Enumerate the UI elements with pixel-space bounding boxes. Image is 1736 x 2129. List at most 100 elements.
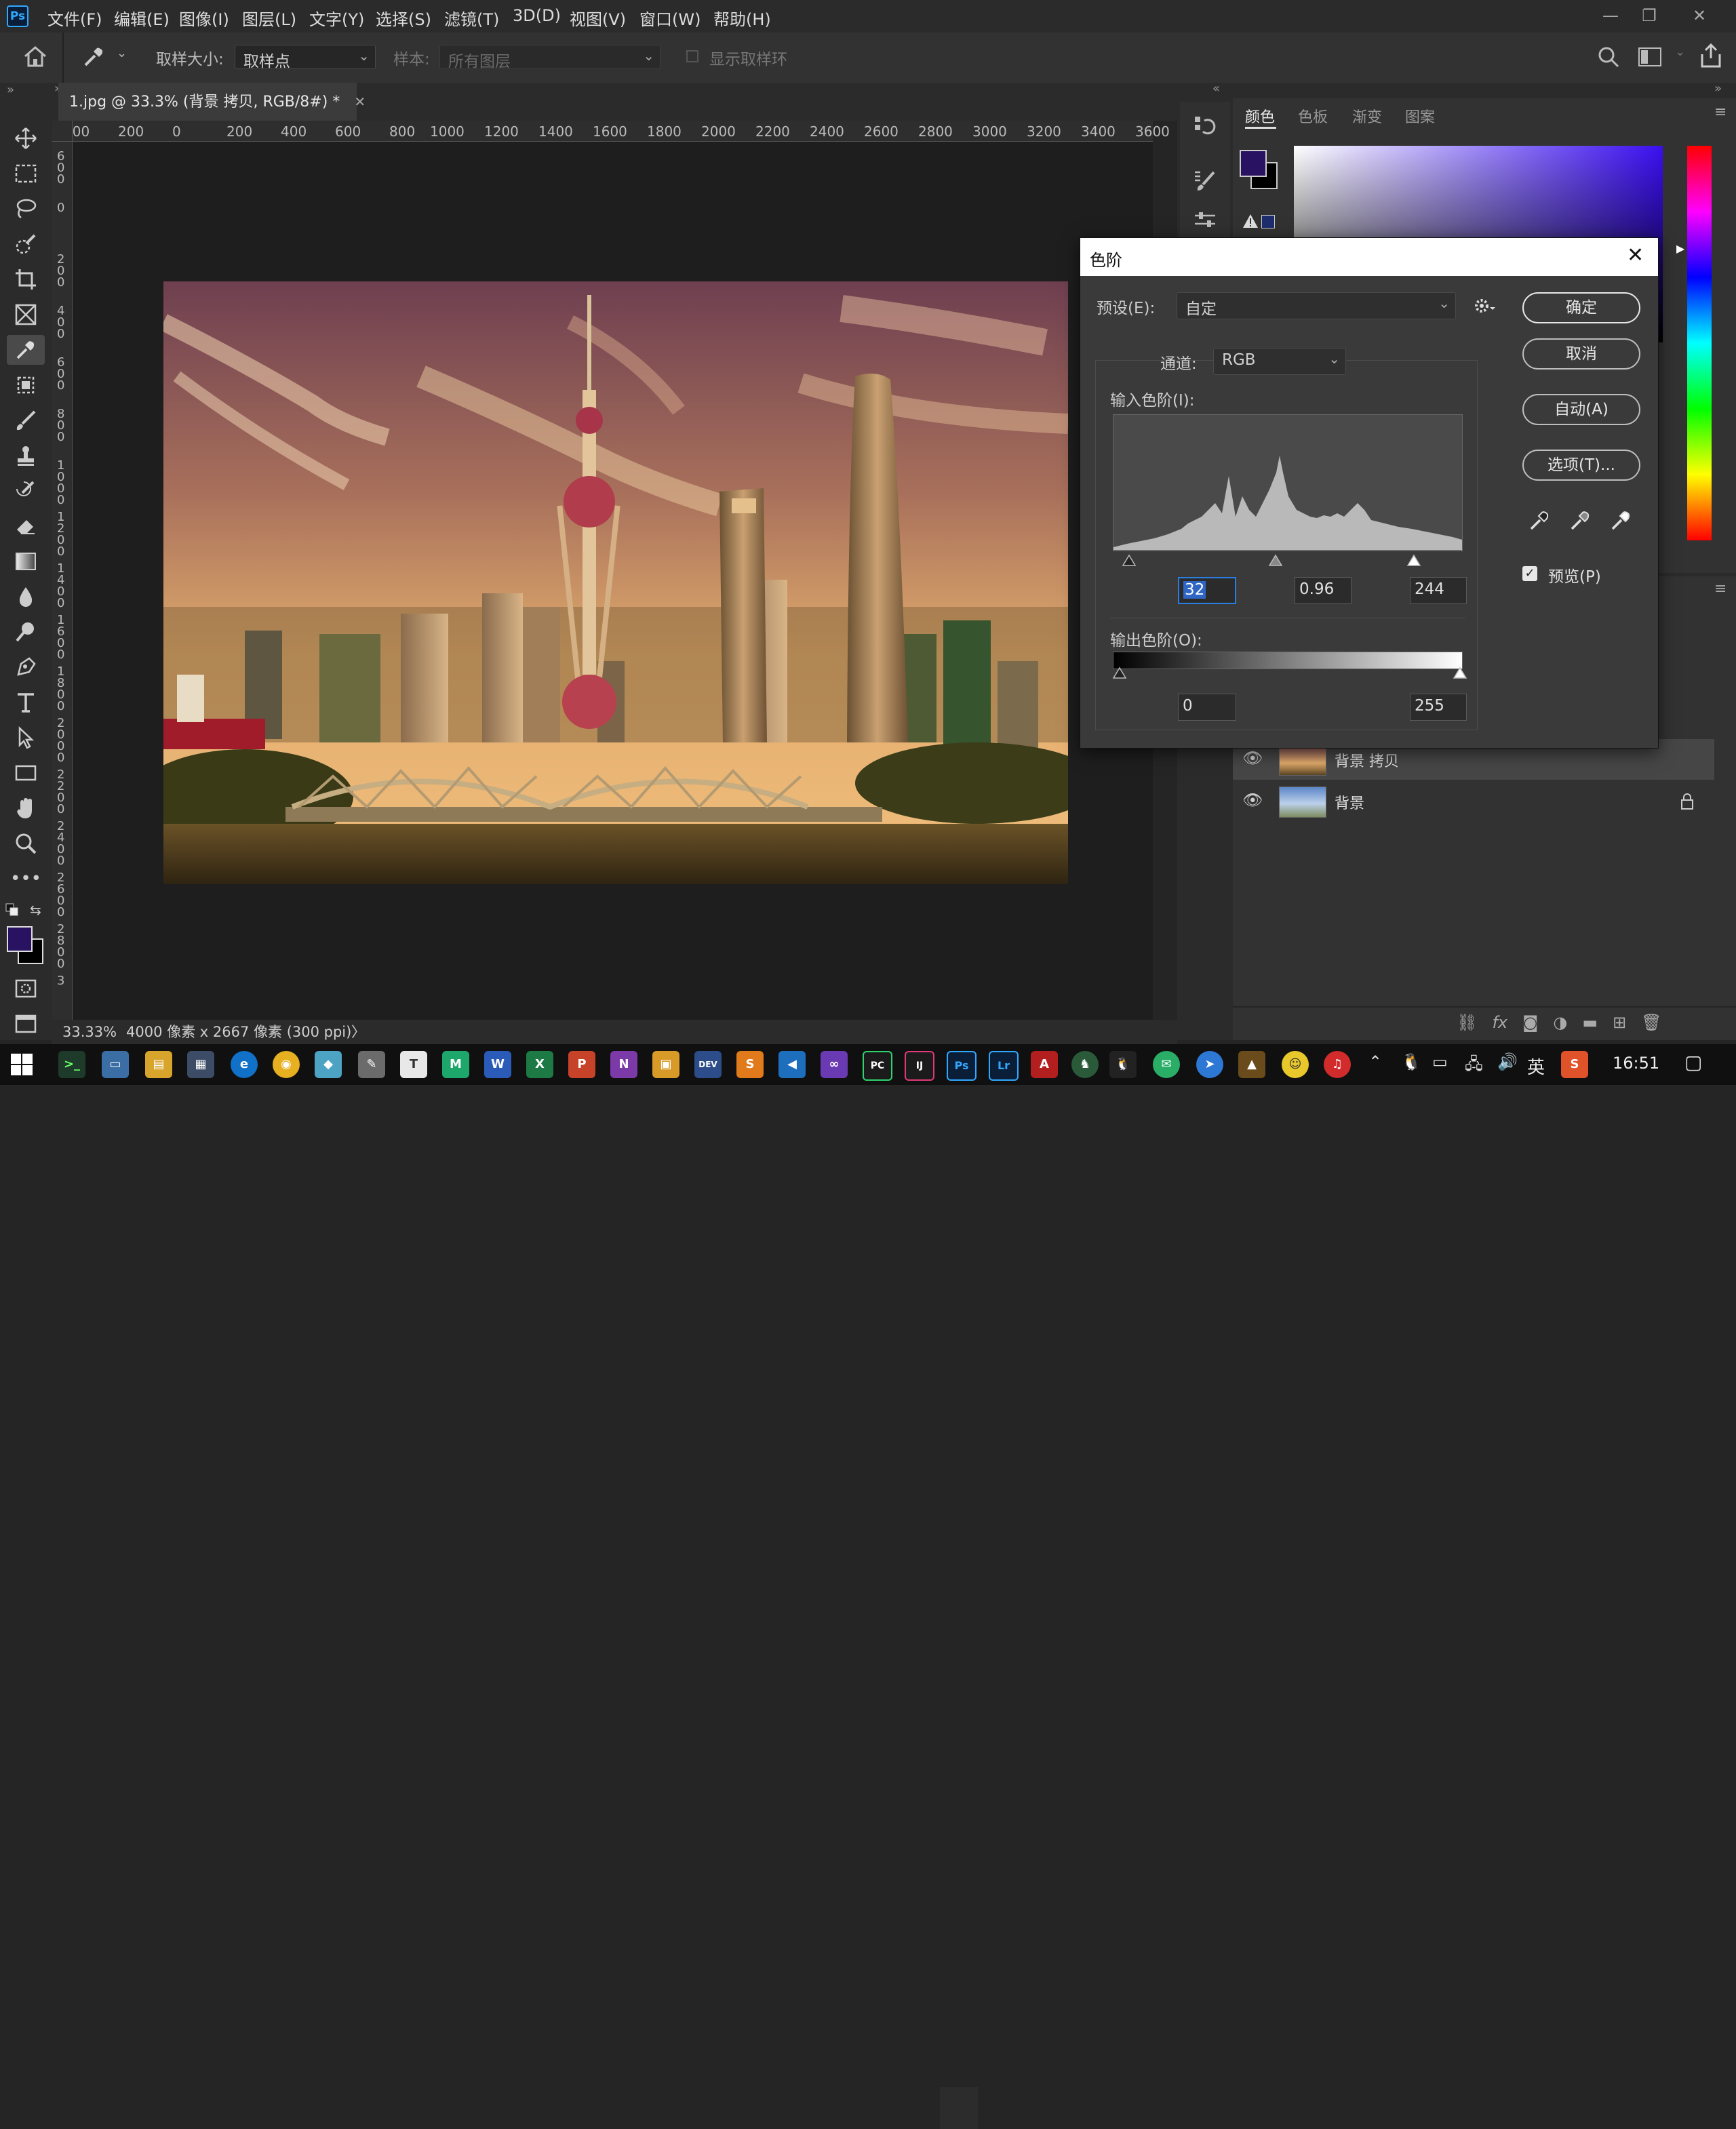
color-panel-foreground-swatch[interactable] [1240, 150, 1267, 177]
quick-selection-tool-icon[interactable] [7, 229, 45, 259]
cancel-button[interactable]: 取消 [1522, 338, 1640, 370]
sogou-ime-icon[interactable]: S [1561, 1051, 1588, 1078]
photoshop-app-icon[interactable]: Ps [947, 1051, 976, 1081]
adjustments-icon[interactable] [1194, 210, 1217, 237]
sample-size-select[interactable]: 取样点 ⌄ [235, 45, 376, 71]
history-brush-tool-icon[interactable] [7, 476, 45, 506]
lightroom-app-icon[interactable]: Lr [989, 1051, 1019, 1081]
netease-music-icon[interactable]: ♫ [1324, 1051, 1351, 1078]
qq-app-icon[interactable]: 🐧 [1109, 1051, 1137, 1078]
default-colors-icon[interactable] [5, 903, 19, 921]
eye-icon[interactable]: 👁 [1242, 749, 1263, 768]
options-button[interactable]: 选项(T)... [1522, 450, 1640, 481]
menu-3d[interactable]: 3D(D) [513, 6, 561, 25]
menu-image[interactable]: 图像(I) [179, 6, 229, 30]
adjustment-layer-icon[interactable]: ◑ [1553, 1013, 1567, 1032]
auto-button[interactable]: 自动(A) [1522, 394, 1640, 425]
menu-view[interactable]: 视图(V) [570, 6, 626, 30]
mindmap-app-icon[interactable]: M [442, 1051, 469, 1078]
calculator-app-icon[interactable]: ▦ [187, 1051, 214, 1078]
menu-layer[interactable]: 图层(L) [242, 6, 296, 30]
visual-studio-app-icon[interactable]: ∞ [821, 1051, 848, 1078]
tool-preset-chevron-icon[interactable]: ⌄ [117, 46, 127, 60]
delete-layer-icon[interactable]: 🗑 [1641, 1013, 1661, 1032]
move-tool-icon[interactable] [7, 123, 45, 153]
chess-app-icon[interactable]: ♞ [1071, 1051, 1099, 1078]
layer-style-icon[interactable]: fx [1492, 1013, 1507, 1032]
show-ring-checkbox[interactable] [686, 50, 698, 62]
vscode-app-icon[interactable]: ◀ [778, 1051, 806, 1078]
layer-name[interactable]: 背景 [1335, 791, 1364, 813]
menu-file[interactable]: 文件(F) [47, 6, 102, 30]
channel-select[interactable]: RGB ⌄ [1213, 348, 1346, 375]
archive-app-icon[interactable]: ▣ [652, 1051, 679, 1078]
battery-icon[interactable]: ▭ [1432, 1052, 1448, 1071]
tab-swatches[interactable]: 色板 [1298, 105, 1328, 127]
tab-color[interactable]: 颜色 [1245, 105, 1275, 127]
menu-filter[interactable]: 滤镜(T) [444, 6, 499, 30]
menu-type[interactable]: 文字(Y) [309, 6, 364, 30]
eraser-tool-icon[interactable] [7, 511, 45, 541]
black-point-eyedropper-icon[interactable] [1528, 509, 1551, 536]
share-icon[interactable] [1699, 43, 1722, 72]
screen-mode-icon[interactable] [7, 1009, 45, 1039]
gamut-color-swatch[interactable] [1261, 215, 1275, 228]
workspace-icon[interactable] [1638, 47, 1661, 71]
zoom-level[interactable]: 33.33% [62, 1020, 117, 1044]
hue-slider-pointer-icon[interactable]: ▶ [1676, 242, 1684, 255]
notes-app-icon[interactable]: ◆ [315, 1051, 342, 1078]
ruler-origin[interactable] [52, 121, 73, 142]
input-black-field[interactable]: 32 [1178, 577, 1236, 604]
word-app-icon[interactable]: W [484, 1051, 511, 1078]
powerpoint-app-icon[interactable]: P [568, 1051, 595, 1078]
ok-button[interactable]: 确定 [1522, 292, 1640, 323]
panel-menu-icon[interactable]: ≡ [1714, 104, 1727, 121]
paint-app-icon[interactable]: ✎ [358, 1051, 385, 1078]
close-tab-icon[interactable]: ✕ [354, 94, 366, 110]
clock[interactable]: 16:51 [1613, 1054, 1659, 1073]
zoom-tool-icon[interactable] [7, 829, 45, 858]
excel-app-icon[interactable]: X [526, 1051, 553, 1078]
foreground-color-swatch[interactable] [7, 926, 33, 952]
sublime-app-icon[interactable]: S [736, 1051, 764, 1078]
onenote-app-icon[interactable]: N [610, 1051, 637, 1078]
search-icon[interactable] [1598, 46, 1619, 72]
feishu-app-icon[interactable]: ➤ [1196, 1051, 1223, 1078]
sample-select[interactable]: 所有图层 ⌄ [439, 45, 660, 71]
eye-icon[interactable]: 👁 [1242, 791, 1263, 810]
input-gamma-field[interactable]: 0.96 [1295, 577, 1352, 604]
crop-tool-icon[interactable] [7, 264, 45, 294]
store-app-icon[interactable]: ▲ [1238, 1051, 1265, 1078]
volume-icon[interactable]: 🔊 [1497, 1052, 1518, 1071]
swap-colors-icon[interactable]: ⇆ [30, 902, 41, 918]
eyedropper-tool-icon[interactable] [81, 45, 106, 73]
lasso-tool-icon[interactable] [7, 194, 45, 224]
marquee-tool-icon[interactable] [7, 159, 45, 188]
show-hidden-icons-icon[interactable]: ⌃ [1368, 1052, 1382, 1071]
terminal-app-icon[interactable]: >_ [58, 1051, 85, 1078]
menu-window[interactable]: 窗口(W) [639, 6, 701, 30]
input-black-slider-icon[interactable] [1122, 554, 1137, 566]
notifications-icon[interactable]: ▢ [1684, 1051, 1702, 1073]
pen-tool-icon[interactable] [7, 652, 45, 682]
chrome-app-icon[interactable]: ◉ [273, 1051, 300, 1078]
menu-select[interactable]: 选择(S) [376, 6, 431, 30]
typora-app-icon[interactable]: T [400, 1051, 427, 1078]
tray-app-1-icon[interactable]: ☺ [1282, 1051, 1309, 1078]
close-icon[interactable]: ✕ [1627, 243, 1644, 267]
acrobat-app-icon[interactable]: A [1031, 1051, 1058, 1078]
output-white-slider-icon[interactable] [1453, 666, 1467, 679]
tab-patterns[interactable]: 图案 [1405, 105, 1435, 127]
workspace-chevron-icon[interactable]: ⌄ [1675, 45, 1685, 59]
close-window-button[interactable]: ✕ [1684, 3, 1714, 28]
collapse-panel-icon[interactable]: » [1714, 81, 1722, 96]
file-explorer-app-icon[interactable]: ▤ [145, 1051, 172, 1078]
eyedropper-icon[interactable] [7, 335, 45, 365]
hue-slider[interactable] [1687, 146, 1712, 540]
more-tools-icon[interactable]: ••• [7, 864, 45, 894]
frame-tool-icon[interactable] [7, 300, 45, 330]
devcpp-app-icon[interactable]: DEV [694, 1051, 722, 1078]
pycharm-app-icon[interactable]: PC [863, 1051, 892, 1081]
input-white-field[interactable]: 244 [1410, 577, 1467, 604]
remote-desktop-app-icon[interactable]: ▭ [102, 1051, 129, 1078]
